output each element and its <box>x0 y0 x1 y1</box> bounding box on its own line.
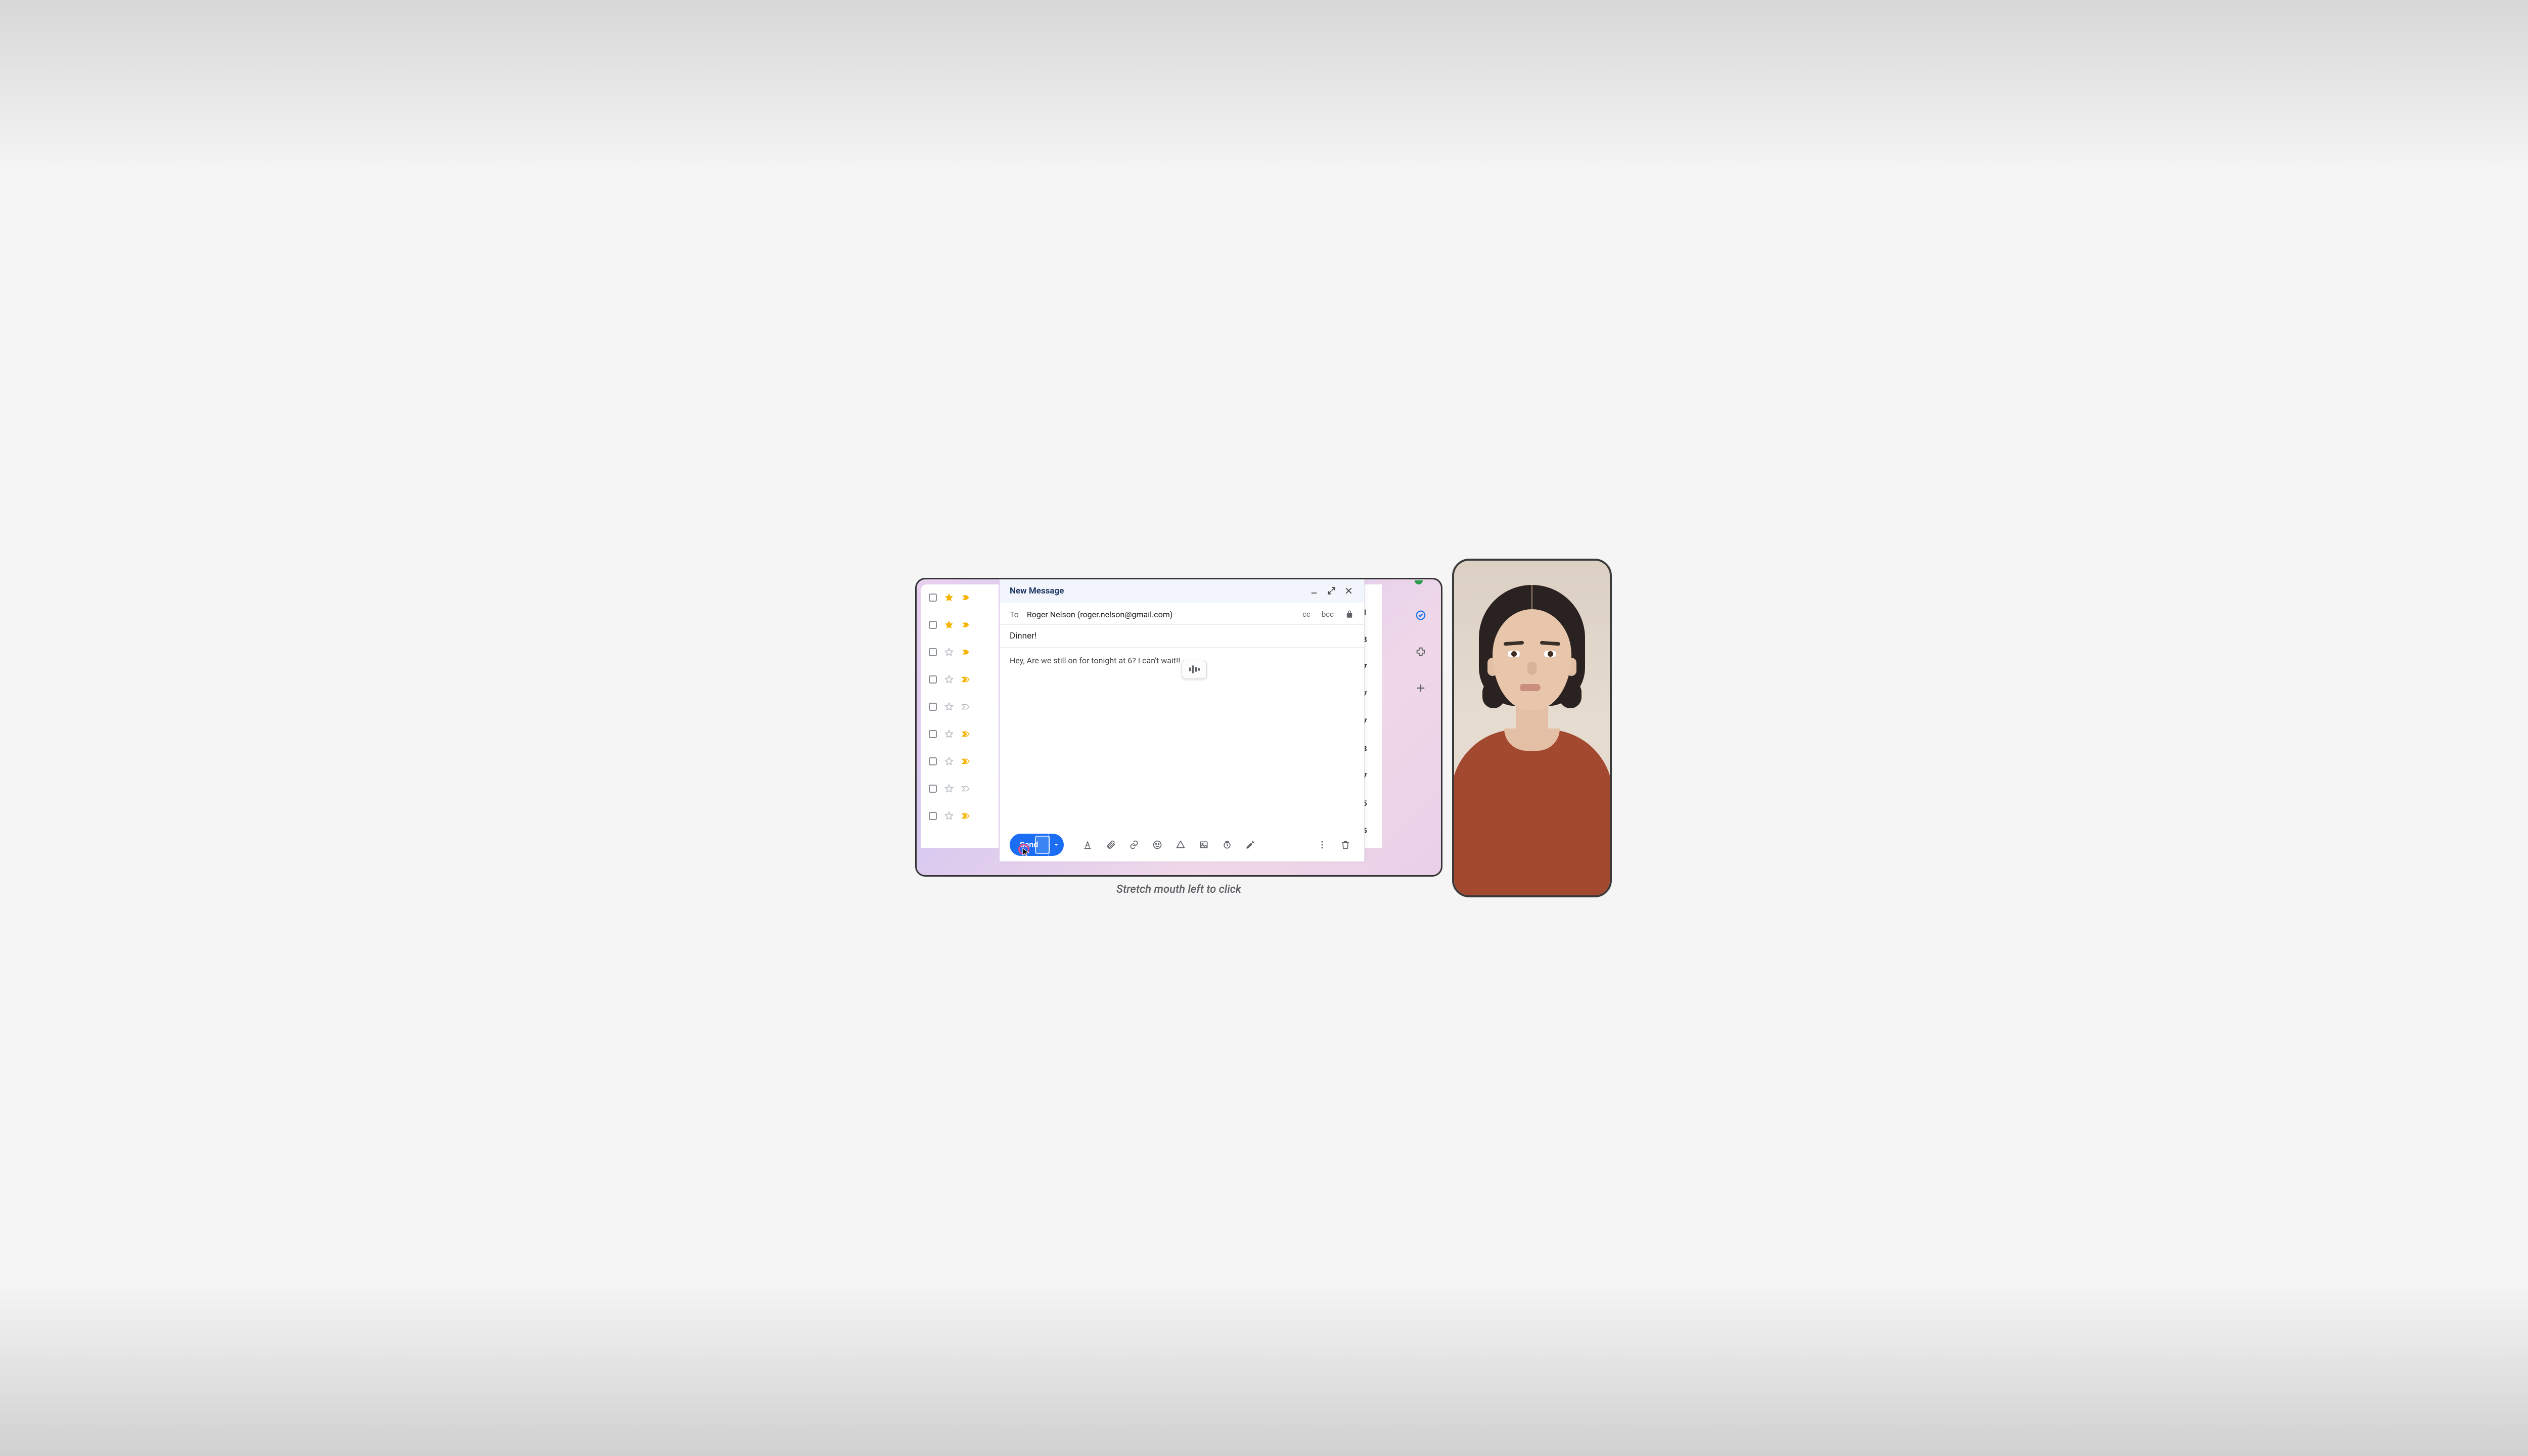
to-label: To <box>1010 610 1019 619</box>
send-button[interactable]: Send <box>1010 834 1064 856</box>
more-options-icon[interactable] <box>1312 834 1333 855</box>
webcam-view <box>1452 559 1612 897</box>
add-icon[interactable] <box>1415 682 1426 694</box>
star-icon[interactable] <box>944 729 954 739</box>
checkbox[interactable] <box>929 648 937 656</box>
right-side-panel <box>1406 603 1436 694</box>
insert-link-icon[interactable] <box>1123 834 1145 855</box>
discard-draft-icon[interactable] <box>1335 834 1356 855</box>
checkbox[interactable] <box>929 730 937 738</box>
importance-icon[interactable] <box>961 648 970 657</box>
inbox-row[interactable] <box>921 584 999 612</box>
send-options-caret-icon[interactable] <box>1049 834 1064 856</box>
message-body[interactable]: Hey, Are we still on for tonight at 6? I… <box>1000 648 1364 828</box>
importance-icon[interactable] <box>961 675 970 684</box>
checkbox[interactable] <box>929 812 937 820</box>
inbox-row[interactable] <box>921 639 999 666</box>
insert-image-icon[interactable] <box>1193 834 1214 855</box>
star-icon[interactable] <box>944 756 954 766</box>
cc-button[interactable]: cc <box>1302 610 1311 619</box>
inbox-row[interactable] <box>921 694 999 721</box>
inbox-row[interactable] <box>921 666 999 694</box>
star-icon[interactable] <box>944 620 954 630</box>
compose-toolbar: Send <box>1000 828 1364 861</box>
presence-indicator-icon <box>1415 580 1423 584</box>
inbox-row[interactable] <box>921 612 999 639</box>
user-face-icon <box>1454 561 1610 895</box>
bcc-button[interactable]: bcc <box>1322 610 1334 619</box>
message-body-text: Hey, Are we still on for tonight at 6? I… <box>1010 656 1180 665</box>
importance-icon[interactable] <box>961 620 970 629</box>
instruction-caption: Stretch mouth left to click <box>915 883 1442 896</box>
format-text-icon[interactable] <box>1077 834 1098 855</box>
lock-icon[interactable] <box>1345 610 1354 619</box>
star-icon[interactable] <box>944 702 954 712</box>
compose-title: New Message <box>1010 586 1305 596</box>
star-icon[interactable] <box>944 674 954 685</box>
desktop-window: 187778755 New Message <box>915 578 1442 877</box>
checkbox[interactable] <box>929 703 937 711</box>
emoji-icon[interactable] <box>1147 834 1168 855</box>
star-icon[interactable] <box>944 811 954 821</box>
voice-input-icon[interactable] <box>1182 660 1207 679</box>
to-field[interactable]: Roger Nelson (roger.nelson@gmail.com) <box>1027 610 1294 619</box>
addons-icon[interactable] <box>1415 646 1426 657</box>
tasks-icon[interactable] <box>1415 610 1426 621</box>
checkbox[interactable] <box>929 675 937 684</box>
attach-file-icon[interactable] <box>1100 834 1121 855</box>
close-icon[interactable] <box>1340 582 1357 600</box>
inbox-list-strip <box>921 584 999 848</box>
send-highlight-icon <box>1035 836 1050 854</box>
checkbox[interactable] <box>929 785 937 793</box>
star-icon[interactable] <box>944 647 954 657</box>
minimize-icon[interactable] <box>1305 582 1323 600</box>
compose-header[interactable]: New Message <box>1000 579 1364 603</box>
importance-icon[interactable] <box>961 593 970 602</box>
cursor-icon <box>1021 847 1031 857</box>
importance-icon[interactable] <box>961 784 970 793</box>
importance-icon[interactable] <box>961 811 970 821</box>
confidential-mode-icon[interactable] <box>1216 834 1238 855</box>
compose-dialog: New Message To Roger Nelson (roger.nelso… <box>1000 579 1365 861</box>
recipients-row[interactable]: To Roger Nelson (roger.nelson@gmail.com)… <box>1000 603 1364 625</box>
star-icon[interactable] <box>944 593 954 603</box>
importance-icon[interactable] <box>961 730 970 739</box>
importance-icon[interactable] <box>961 702 970 711</box>
inbox-row[interactable] <box>921 748 999 776</box>
star-icon[interactable] <box>944 784 954 794</box>
drive-icon[interactable] <box>1170 834 1191 855</box>
inbox-row[interactable] <box>921 776 999 803</box>
checkbox[interactable] <box>929 621 937 629</box>
subject-field[interactable]: Dinner! <box>1000 625 1364 648</box>
inbox-row[interactable] <box>921 721 999 748</box>
inbox-row[interactable] <box>921 803 999 830</box>
checkbox[interactable] <box>929 757 937 765</box>
fullscreen-icon[interactable] <box>1323 582 1340 600</box>
signature-pen-icon[interactable] <box>1240 834 1261 855</box>
checkbox[interactable] <box>929 594 937 602</box>
importance-icon[interactable] <box>961 757 970 766</box>
